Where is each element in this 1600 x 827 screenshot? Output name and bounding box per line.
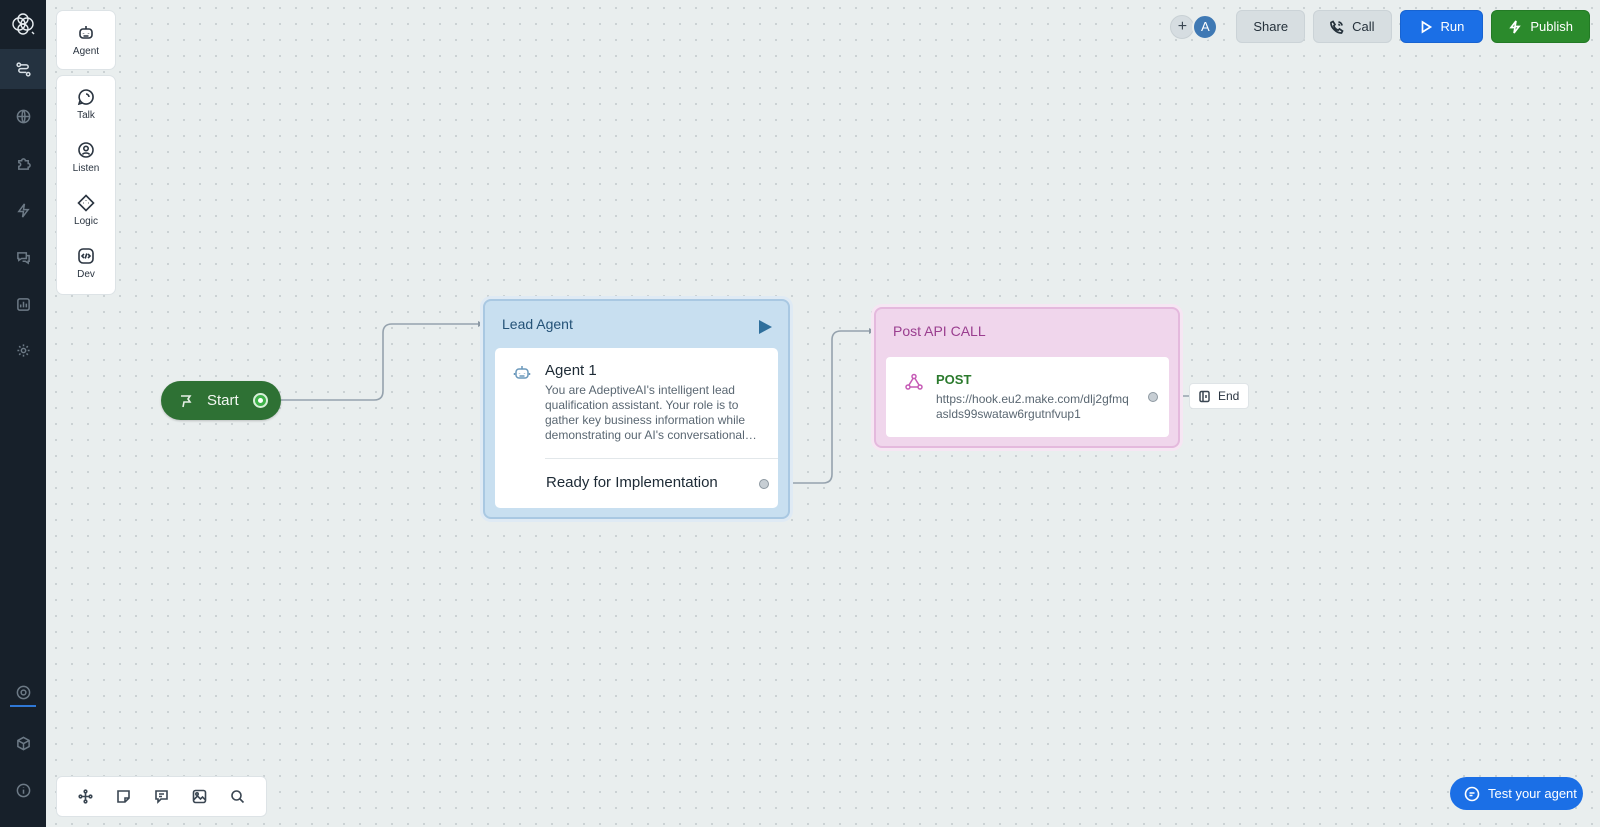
phone-icon (1330, 19, 1344, 34)
avatar[interactable]: A (1192, 13, 1219, 40)
run-button[interactable]: Run (1399, 10, 1484, 43)
start-node[interactable]: Start (161, 381, 281, 420)
rocket-icon (1509, 19, 1522, 34)
sticky-note-icon[interactable] (116, 789, 131, 804)
palette-listen-label: Listen (72, 163, 100, 174)
play-icon[interactable] (759, 319, 772, 334)
palette-logic-label: Logic (74, 216, 98, 227)
agent-description: You are AdeptiveAI's intelligent lead qu… (545, 383, 746, 442)
palette-dev[interactable]: Dev (57, 237, 115, 290)
cube-icon[interactable] (0, 723, 46, 763)
chat-icon[interactable] (0, 237, 46, 277)
image-icon[interactable] (192, 789, 207, 804)
palette-nodes: Talk Listen Logic Dev (56, 75, 116, 295)
settings-icon[interactable] (0, 330, 46, 370)
logic-icon (77, 194, 95, 212)
analytics-icon[interactable] (0, 284, 46, 324)
flag-icon (181, 394, 192, 407)
globe-icon[interactable] (0, 96, 46, 136)
code-icon (78, 248, 94, 264)
end-label: End (1218, 389, 1240, 403)
share-button[interactable]: Share (1236, 10, 1306, 43)
chat-bubble-icon (1464, 786, 1480, 801)
start-output-port[interactable] (253, 393, 268, 408)
lead-agent-title: Lead Agent (502, 315, 573, 332)
api-output-port[interactable] (1148, 392, 1158, 402)
divider (545, 458, 778, 459)
robot-icon (79, 25, 93, 39)
call-label: Call (1352, 19, 1375, 34)
agent-output-label: Ready for Implementation (546, 474, 718, 491)
left-nav-rail (0, 0, 46, 827)
comment-icon[interactable] (154, 789, 169, 804)
api-method: POST (936, 372, 972, 387)
palette-dev-label: Dev (77, 269, 95, 280)
robot-icon (513, 364, 531, 387)
canvas-tools (56, 776, 267, 817)
call-button[interactable]: Call (1313, 10, 1392, 43)
start-label: Start (207, 392, 239, 409)
palette-agent-group: Agent (56, 10, 116, 70)
test-agent-label: Test your agent (1488, 786, 1577, 801)
talk-icon (77, 89, 94, 106)
run-label: Run (1440, 19, 1465, 34)
puzzle-icon[interactable] (0, 143, 46, 183)
add-collaborator-button[interactable]: + (1170, 14, 1195, 39)
end-icon (1199, 390, 1210, 402)
palette-agent[interactable]: Agent (57, 11, 115, 69)
share-label: Share (1253, 19, 1289, 34)
top-toolbar: + A Share Call Run Publish (1170, 10, 1590, 43)
publish-label: Publish (1530, 19, 1573, 34)
play-icon (1421, 19, 1432, 34)
active-indicator (10, 705, 36, 707)
api-call-title: Post API CALL (893, 323, 986, 339)
agent-output-port[interactable] (759, 479, 769, 489)
palette-agent-label: Agent (72, 45, 100, 57)
listen-icon (78, 142, 94, 158)
palette-listen[interactable]: Listen (57, 131, 115, 184)
test-agent-button[interactable]: Test your agent (1450, 777, 1583, 810)
api-call-node[interactable]: Post API CALL POST https://hook.eu2.make… (874, 307, 1180, 448)
layout-icon[interactable] (78, 789, 93, 804)
palette-logic[interactable]: Logic (57, 184, 115, 237)
publish-button[interactable]: Publish (1491, 10, 1590, 43)
palette-talk[interactable]: Talk (57, 78, 115, 131)
end-node[interactable]: End (1189, 383, 1249, 409)
palette-talk-label: Talk (77, 110, 95, 121)
search-icon[interactable] (230, 789, 245, 804)
info-icon[interactable] (0, 770, 46, 810)
lead-agent-node[interactable]: Lead Agent Agent 1 You are AdeptiveAI's … (483, 299, 790, 519)
flow-icon[interactable] (0, 49, 46, 89)
agent-card[interactable]: Agent 1 You are AdeptiveAI's intelligent… (495, 348, 778, 508)
api-card[interactable]: POST https://hook.eu2.make.com/dlj2gfmqa… (886, 357, 1169, 437)
webhook-icon (904, 372, 924, 397)
logo-icon[interactable] (0, 3, 46, 45)
api-url: https://hook.eu2.make.com/dlj2gfmqaslds9… (936, 392, 1129, 421)
agent-name: Agent 1 (545, 362, 597, 379)
lightning-icon[interactable] (0, 190, 46, 230)
